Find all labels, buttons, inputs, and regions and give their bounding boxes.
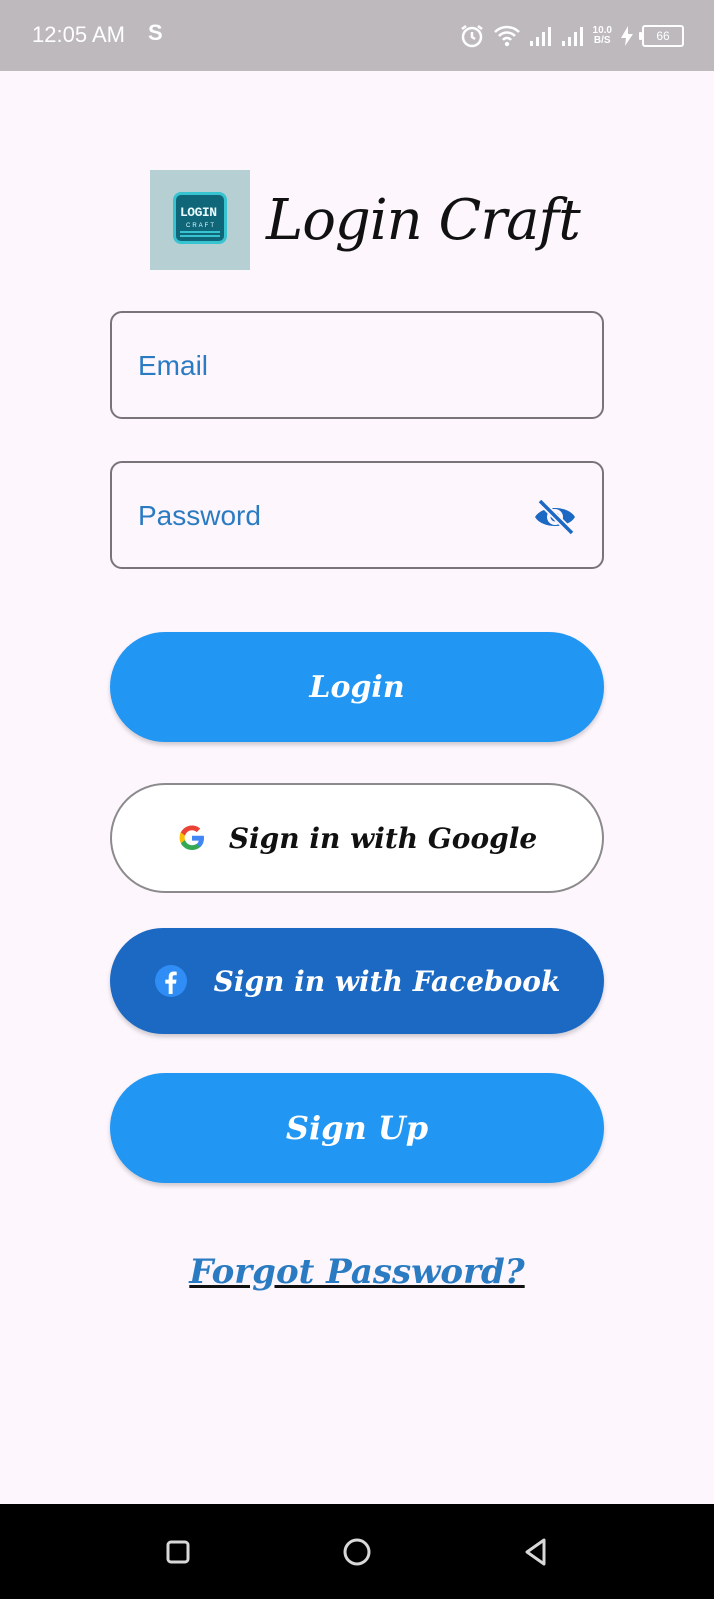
header: LOGIN CRAFT Login Craft: [150, 170, 581, 270]
home-icon[interactable]: [339, 1534, 375, 1570]
password-input[interactable]: [136, 463, 520, 569]
logo-text: LOGIN: [180, 205, 217, 220]
system-nav-bar: [0, 1504, 714, 1599]
google-button-label: Sign in with Google: [228, 821, 538, 855]
google-icon: [179, 825, 204, 850]
facebook-signin-button[interactable]: Sign in with Facebook: [110, 928, 604, 1034]
visibility-off-icon[interactable]: [532, 497, 578, 537]
wifi-icon: [493, 25, 520, 47]
signal-icon-1: [529, 27, 551, 46]
app-logo: LOGIN CRAFT: [150, 170, 250, 270]
alarm-icon: [460, 25, 483, 48]
status-time: 12:05 AM: [32, 22, 125, 47]
login-button[interactable]: Login: [110, 632, 604, 742]
status-bar: 12:05 AM S 10.0 B/S 66: [0, 0, 714, 71]
forgot-password-link[interactable]: Forgot Password?: [0, 1252, 714, 1292]
logo-subtext: CRAFT: [186, 223, 216, 229]
signal-icon-2: [561, 27, 583, 46]
email-input[interactable]: [136, 313, 520, 419]
app-title: Login Craft: [266, 187, 581, 253]
signup-button[interactable]: Sign Up: [110, 1073, 604, 1183]
charging-icon: [621, 26, 633, 46]
battery-icon: 66: [639, 25, 684, 47]
network-speed: 10.0 B/S: [592, 25, 612, 46]
sim-icon: S: [148, 20, 163, 45]
back-icon[interactable]: [518, 1534, 554, 1570]
facebook-button-label: Sign in with Facebook: [213, 964, 561, 998]
status-icons: 10.0 B/S 66: [459, 18, 684, 54]
password-field[interactable]: [110, 461, 604, 569]
recents-icon[interactable]: [160, 1534, 196, 1570]
email-field[interactable]: [110, 311, 604, 419]
facebook-icon: [154, 965, 187, 997]
google-signin-button[interactable]: Sign in with Google: [110, 783, 604, 893]
